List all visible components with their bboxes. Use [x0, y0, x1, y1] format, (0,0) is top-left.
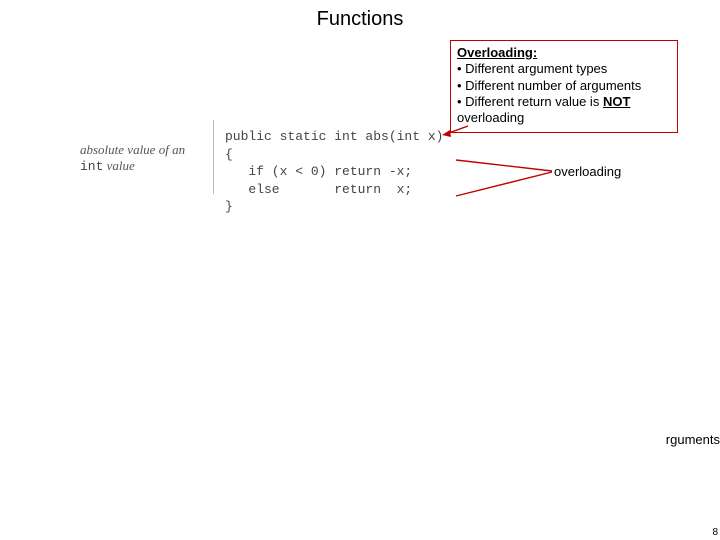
code-caption: absolute value of an int value — [80, 142, 205, 176]
slide-title: Functions — [0, 8, 720, 31]
code-line-5: } — [225, 199, 233, 214]
code-line-3: if (x < 0) return -x; — [225, 164, 412, 179]
callout-bullet-2: • Different number of arguments — [457, 78, 671, 94]
callout-bullet-4: overloading — [457, 110, 671, 126]
callout-bullet-3a: • Different return value is — [457, 94, 603, 109]
callout-not: NOT — [603, 94, 630, 109]
page-number: 8 — [712, 527, 718, 538]
caption-int-keyword: int — [80, 159, 103, 174]
callout-bullet-1: • Different argument types — [457, 61, 671, 77]
overloading-callout: Overloading: • Different argument types … — [450, 40, 678, 133]
code-block-abs-int: public static int abs(int x) { if (x < 0… — [225, 128, 443, 216]
code-line-1: public static int abs(int x) — [225, 129, 443, 144]
code-line-4: else return x; — [225, 182, 412, 197]
code-line-2: { — [225, 147, 233, 162]
caption-line2-rest: value — [103, 158, 134, 173]
overloading-annotation: overloading — [554, 164, 621, 179]
caption-line1: absolute value of an — [80, 142, 185, 157]
callout-title: Overloading: — [457, 45, 537, 60]
arrow-callout-to-signature — [440, 122, 470, 142]
callout-bullet-3: • Different return value is NOT — [457, 94, 671, 110]
vertical-rule — [213, 120, 214, 194]
clipped-text-fragment: rguments — [666, 432, 720, 447]
annotation-line-lower — [454, 170, 554, 198]
